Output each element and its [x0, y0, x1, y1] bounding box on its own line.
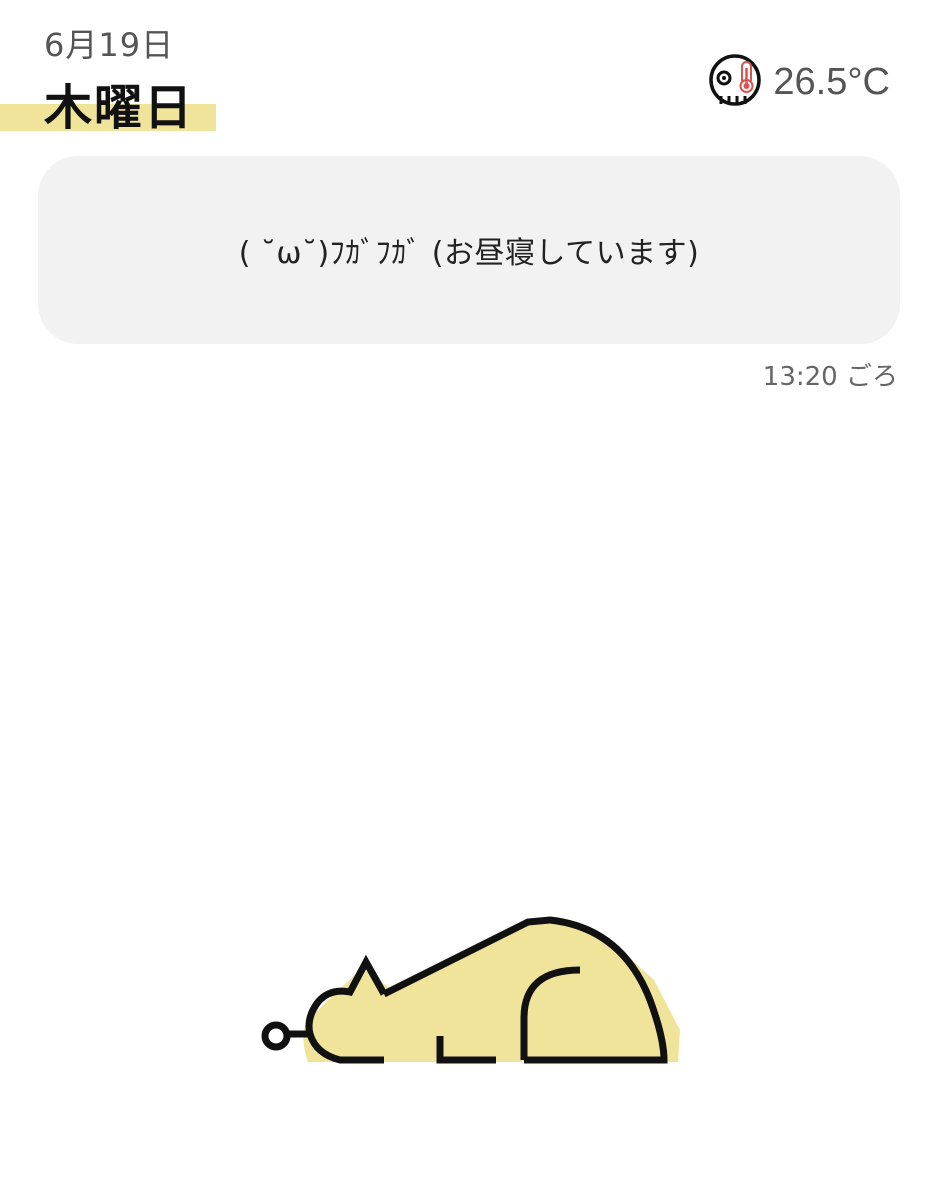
cat-body-fill	[303, 924, 680, 1062]
weekday-heading: 木曜日	[0, 68, 216, 136]
status-message: ( ˘ω˘)ﾌｶﾞﾌｶﾞ (お昼寝しています)	[238, 236, 700, 271]
weekday-label: 木曜日	[44, 80, 195, 136]
cat-nose-circle	[261, 1021, 291, 1051]
date-label: 6月19日	[44, 26, 175, 64]
room-thermometer-icon	[709, 54, 762, 106]
temperature-value: 26.5°C	[773, 60, 890, 103]
status-timestamp: 13:20 ごろ	[762, 362, 898, 392]
temperature-indicator: 26.5°C	[707, 52, 890, 112]
sleeping-cat-illustration	[261, 916, 680, 1064]
status-card: ( ˘ω˘)ﾌｶﾞﾌｶﾞ (お昼寝しています)	[38, 156, 900, 344]
